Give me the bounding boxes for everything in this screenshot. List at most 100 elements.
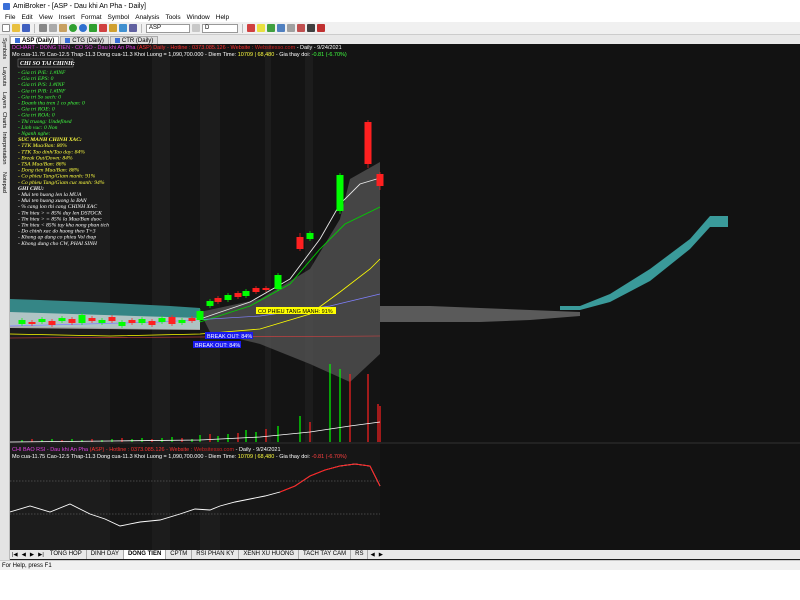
chart-doc-icon <box>65 38 71 43</box>
sidebar-tab-notepad[interactable]: Notepad <box>1 172 7 193</box>
info-line: - Gia tri EPS: 0 <box>18 76 54 82</box>
interval-combo[interactable]: D <box>202 23 238 33</box>
tab-prev-icon[interactable]: ◀ <box>20 552 28 558</box>
menu-format[interactable]: Format <box>78 14 105 21</box>
doc-tab-ctr[interactable]: CTR (Daily) <box>109 36 159 44</box>
volume-bar <box>349 374 351 442</box>
menu-symbol[interactable]: Symbol <box>105 14 133 21</box>
sheet-tab-rs[interactable]: RS <box>351 550 369 559</box>
paste-icon[interactable] <box>59 24 67 32</box>
volume-bar <box>367 374 369 442</box>
candle-body <box>178 320 186 323</box>
trendline-icon[interactable] <box>267 24 275 32</box>
zoom-icon[interactable] <box>129 24 137 32</box>
info-line: - Gia tri P/E: 1.#INF <box>18 70 66 76</box>
forward-icon[interactable] <box>79 24 87 32</box>
delete-icon[interactable] <box>247 24 255 32</box>
save-icon[interactable] <box>22 24 30 32</box>
sheet-tab-dinh-day[interactable]: DINH DAY <box>87 550 124 559</box>
menu-tools[interactable]: Tools <box>162 14 183 21</box>
info-line: - Mui ten huong xuong la BAN <box>18 198 87 204</box>
chart-area[interactable]: CO PHIEU TANG MANH: 91% BREAK OUT: 84% B… <box>10 44 800 550</box>
sidebar-tab-symbols[interactable]: Symbols <box>1 38 7 59</box>
shade-band <box>152 44 170 442</box>
info-line: GHI CHU: <box>18 186 44 192</box>
candle-body <box>376 174 384 186</box>
new-file-icon[interactable] <box>2 24 10 32</box>
sidebar-tab-charts[interactable]: Charts <box>1 112 7 128</box>
candle-body <box>168 317 176 324</box>
candle-body <box>224 295 232 300</box>
menu-file[interactable]: File <box>2 14 18 21</box>
symbol-combo[interactable]: ASP <box>146 23 190 33</box>
info-line: - Khong dung cho CW, PHAI SINH <box>18 241 98 247</box>
sheet-tab-rsi-phan-ky[interactable]: RSI PHAN KY <box>192 550 240 559</box>
info-line: - Gia tri P/S: 1.#INF <box>18 82 65 88</box>
candle-body <box>28 322 36 324</box>
menu-window[interactable]: Window <box>184 14 213 21</box>
candle-body <box>138 319 146 323</box>
fundamentals-title: CHI SO TAI CHINH: <box>20 61 75 67</box>
candle-body <box>58 318 66 321</box>
future-area-bg <box>380 44 800 550</box>
tab-scroll-left-icon[interactable]: ◀ <box>368 552 376 558</box>
sidebar-tab-layouts[interactable]: Layouts <box>1 67 7 86</box>
price-pane-header-title: DCHART - DONG TIEN - CO SO - Dau khi An … <box>12 45 342 51</box>
open-folder-icon[interactable] <box>12 24 20 32</box>
menu-help[interactable]: Help <box>213 14 232 21</box>
highlight-icon[interactable] <box>257 24 265 32</box>
tab-next-icon[interactable]: ▶ <box>28 552 36 558</box>
chart-canvas[interactable]: CO PHIEU TANG MANH: 91% BREAK OUT: 84% B… <box>10 44 800 550</box>
menu-edit[interactable]: Edit <box>18 14 35 21</box>
breakout-signal-label: BREAK OUT: 84% <box>195 343 240 349</box>
refresh-icon[interactable] <box>69 24 77 32</box>
info-line: SUC MANH CHINH XAC: <box>18 137 82 143</box>
chart-icon[interactable] <box>89 24 97 32</box>
candle-body <box>242 291 250 296</box>
breakout-signal-label: BREAK OUT: 84% <box>207 334 252 340</box>
candle-body <box>206 301 214 306</box>
print-icon[interactable] <box>119 24 127 32</box>
toolbar-separator <box>242 23 243 33</box>
rsi-pane-header-title: CHI BAO RSI - Dau khi An Pha (ASP) - Hot… <box>12 447 281 453</box>
menu-insert[interactable]: Insert <box>56 14 78 21</box>
sheet-tabs: |◀ ◀ ▶ ▶| TONG HOP DINH DAY DONG TIEN CP… <box>10 550 800 559</box>
analysis-icon[interactable] <box>99 24 107 32</box>
crosshair-icon[interactable] <box>287 24 295 32</box>
toolbar-separator <box>141 23 142 33</box>
cursor-icon[interactable] <box>277 24 285 32</box>
sheet-tab-dong-tien[interactable]: DONG TIEN <box>123 550 167 559</box>
sheet-tab-cptm[interactable]: CPTM <box>166 550 193 559</box>
pencil-icon[interactable] <box>307 24 315 32</box>
cut-icon[interactable] <box>39 24 47 32</box>
sidebar-tab-layers[interactable]: Layers <box>1 92 7 109</box>
doc-tab-ctg[interactable]: CTG (Daily) <box>60 36 109 44</box>
tab-scroll-right-icon[interactable]: ▶ <box>377 552 385 558</box>
doc-tab-asp[interactable]: ASP (Daily) <box>10 36 60 44</box>
alert-icon[interactable] <box>317 24 325 32</box>
tab-first-icon[interactable]: |◀ <box>10 552 20 558</box>
sidebar-tab-interpretation[interactable]: Interpretation <box>1 132 7 164</box>
sheet-tab-tach-tay-cam[interactable]: TACH TAY CAM <box>299 550 352 559</box>
info-line: - Tin hieu > = 85% duy len DSTOCK <box>18 210 102 216</box>
price-pane-header-ohlc: Mo cua-11.75 Cao-12.5 Thap-11.3 Dong cua… <box>12 52 347 58</box>
info-line: - TTK Tao dinh/Tao day: 84% <box>18 149 85 155</box>
menu-analysis[interactable]: Analysis <box>132 14 162 21</box>
shade-band <box>200 44 220 442</box>
sheet-tab-tong-hop[interactable]: TONG HOP <box>46 550 87 559</box>
symbol-dropdown-icon[interactable] <box>192 24 200 32</box>
copy-icon[interactable] <box>49 24 57 32</box>
volume-bar <box>265 429 267 442</box>
sheet-tab-xenh-xu-huong[interactable]: XENH XU HUONG <box>239 550 299 559</box>
volume-bar <box>299 416 301 442</box>
tab-last-icon[interactable]: ▶| <box>36 552 46 558</box>
volume-bar <box>199 435 201 442</box>
quote-icon[interactable] <box>297 24 305 32</box>
candle-body <box>38 319 46 322</box>
volume-bar <box>161 438 163 442</box>
info-line: - Gia tri So sach: 0 <box>18 94 61 100</box>
candle-body <box>78 315 86 323</box>
status-bar: For Help, press F1 <box>0 560 800 570</box>
formula-icon[interactable] <box>109 24 117 32</box>
menu-view[interactable]: View <box>36 14 56 21</box>
